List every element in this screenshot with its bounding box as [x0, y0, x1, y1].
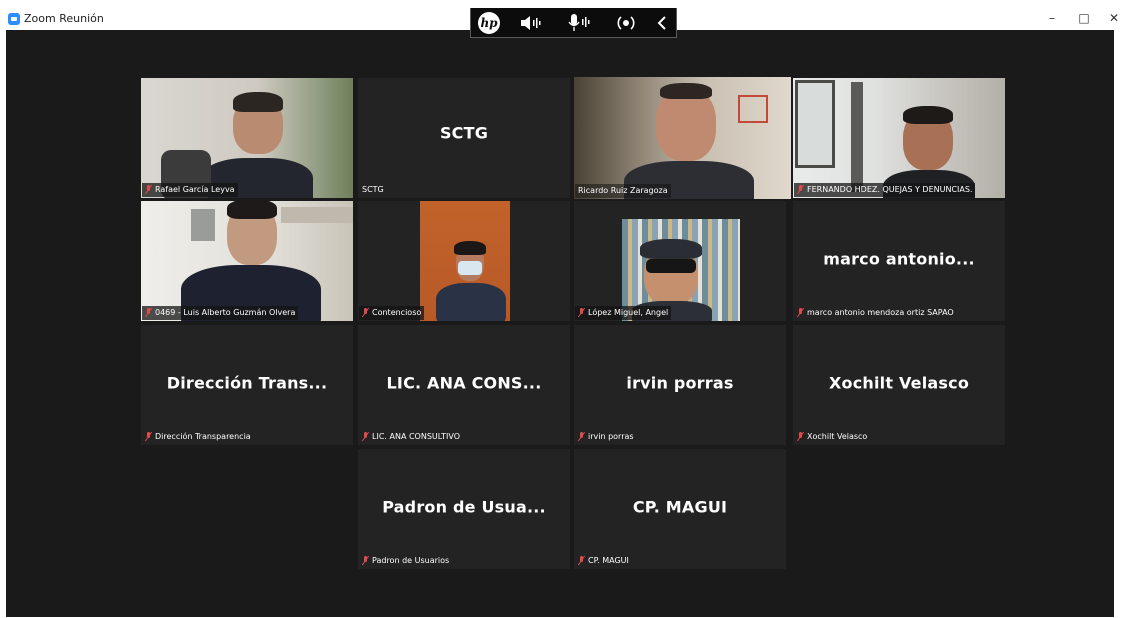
participant-label: marco antonio mendoza ortiz SAPAO	[794, 306, 957, 320]
participant-tile[interactable]: Padron de Usua... Padron de Usuarios	[358, 449, 570, 569]
mic-muted-icon	[797, 185, 804, 194]
participant-label: Rafael García Leyva	[142, 183, 238, 197]
participant-label: Dirección Transparencia	[142, 430, 254, 444]
participant-tile[interactable]: Contencioso	[358, 201, 570, 321]
participant-tile[interactable]: Xochilt Velasco Xochilt Velasco	[793, 325, 1005, 445]
participant-video	[358, 201, 570, 321]
participant-tile[interactable]: marco antonio... marco antonio mendoza o…	[793, 201, 1005, 321]
participant-tile[interactable]: López Miguel, Angel	[574, 201, 786, 321]
participant-tile[interactable]: FERNANDO HDEZ. QUEJAS Y DENUNCIAS.	[793, 78, 1005, 198]
participant-label: FERNANDO HDEZ. QUEJAS Y DENUNCIAS.	[794, 183, 976, 197]
participant-display-name: Dirección Trans...	[166, 373, 328, 393]
participant-label: López Miguel, Angel	[575, 306, 672, 320]
hp-control-overlay: hp	[470, 8, 677, 38]
mic-muted-icon	[145, 432, 152, 441]
participant-video	[574, 77, 791, 199]
participant-display-name: Xochilt Velasco	[828, 373, 970, 393]
mic-muted-icon	[797, 432, 804, 441]
participant-label: Ricardo Ruiz Zaragoza	[575, 184, 671, 198]
mic-muted-icon	[578, 432, 585, 441]
microphone-icon[interactable]	[567, 12, 593, 34]
mic-muted-icon	[145, 308, 152, 317]
mic-muted-icon	[578, 308, 585, 317]
broadcast-icon[interactable]	[615, 12, 637, 34]
participant-tile[interactable]: Rafael García Leyva	[141, 78, 353, 198]
participant-label: 0469 - Luis Alberto Guzmán Olvera	[142, 306, 299, 320]
speaker-icon[interactable]	[519, 12, 543, 34]
close-button[interactable]: ✕	[1106, 11, 1122, 25]
participant-display-name: LIC. ANA CONS...	[386, 373, 542, 393]
participant-tile[interactable]: Dirección Trans... Dirección Transparenc…	[141, 325, 353, 445]
participant-tile[interactable]: 0469 - Luis Alberto Guzmán Olvera	[141, 201, 353, 321]
participant-display-name: marco antonio...	[823, 249, 975, 269]
participant-tile[interactable]: CP. MAGUI CP. MAGUI	[574, 449, 786, 569]
participant-label: Contencioso	[359, 306, 425, 320]
mic-muted-icon	[578, 556, 585, 565]
zoom-app-icon	[8, 13, 20, 25]
participant-label: SCTG	[362, 185, 384, 194]
active-speaker-tile[interactable]: Ricardo Ruiz Zaragoza	[574, 77, 791, 199]
participant-display-name: Padron de Usua...	[382, 497, 546, 517]
participant-display-name: CP. MAGUI	[632, 497, 728, 517]
window-title: Zoom Reunión	[24, 12, 104, 25]
mic-muted-icon	[362, 432, 369, 441]
mic-muted-icon	[362, 556, 369, 565]
participant-tile[interactable]: LIC. ANA CONS... LIC. ANA CONSULTIVO	[358, 325, 570, 445]
maximize-button[interactable]: □	[1076, 11, 1092, 25]
participant-display-name: irvin porras	[626, 373, 734, 393]
participant-tile[interactable]: SCTG SCTG	[358, 78, 570, 198]
participant-label: Padron de Usuarios	[359, 554, 452, 568]
mic-muted-icon	[797, 308, 804, 317]
participant-label: irvin porras	[575, 430, 637, 444]
participant-video	[141, 201, 353, 321]
participant-video	[793, 78, 1005, 198]
participant-display-name: SCTG	[439, 123, 489, 143]
hp-logo-icon[interactable]: hp	[478, 12, 500, 34]
mic-muted-icon	[362, 308, 369, 317]
chevron-left-icon[interactable]	[655, 12, 669, 34]
participant-video	[141, 78, 353, 198]
participant-tile[interactable]: irvin porras irvin porras	[574, 325, 786, 445]
mic-muted-icon	[145, 185, 152, 194]
gallery-view: Rafael García Leyva SCTG SCTG Ricardo Ru…	[6, 30, 1114, 617]
minimize-button[interactable]: –	[1044, 11, 1060, 25]
participant-label: CP. MAGUI	[575, 554, 632, 568]
participant-label: Xochilt Velasco	[794, 430, 870, 444]
participant-label: LIC. ANA CONSULTIVO	[359, 430, 463, 444]
participant-video	[574, 201, 786, 321]
